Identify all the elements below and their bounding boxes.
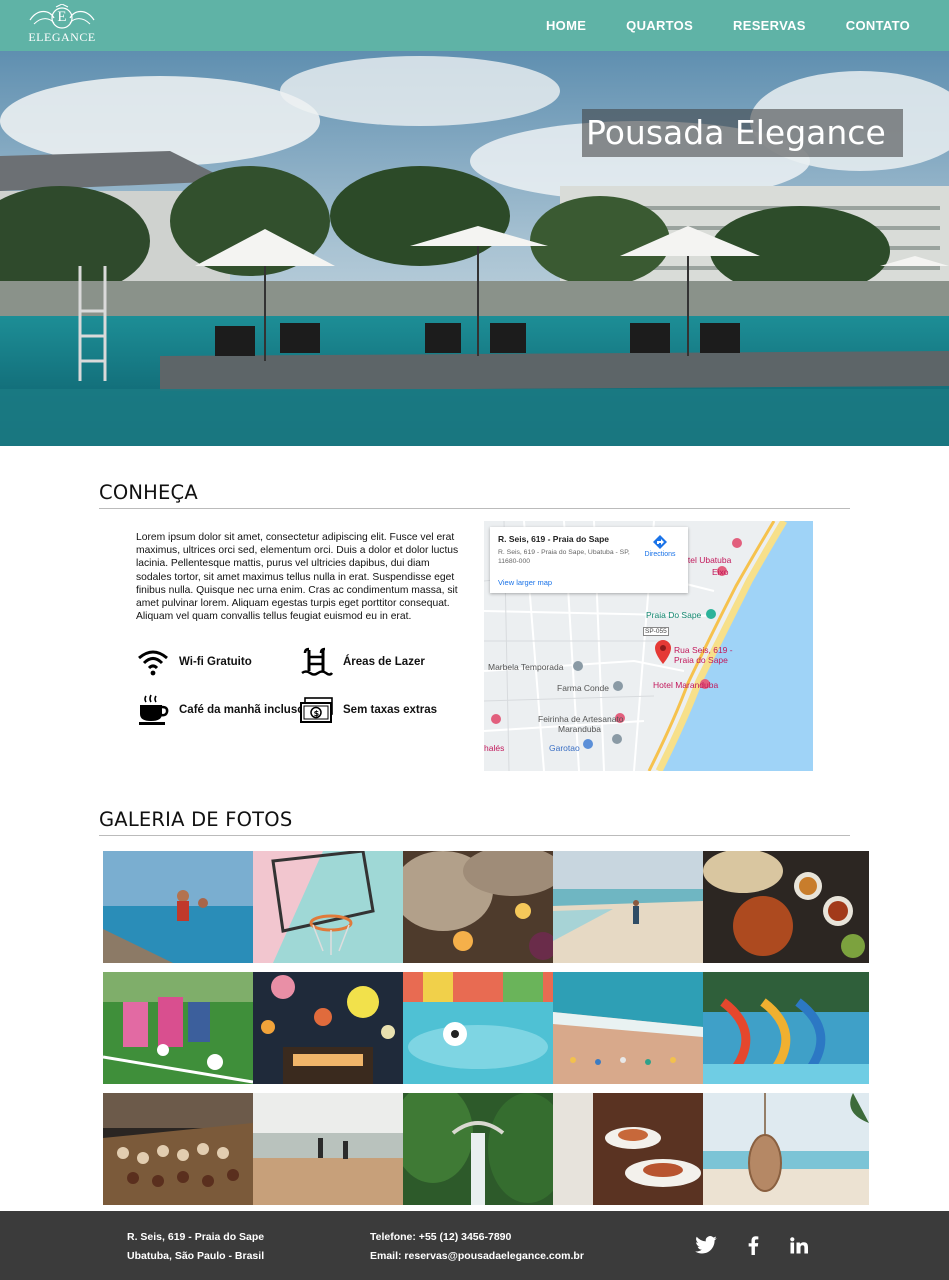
pool-ladder-icon (300, 646, 334, 678)
location-map[interactable]: Hotel Ubatuba Eixo Praia Do Sape SP-055 … (484, 521, 813, 771)
footer-email[interactable]: Email: reservas@pousadaelegance.com.br (370, 1250, 584, 1262)
brand-logo[interactable]: E ELEGANCE (20, 4, 104, 44)
main-nav: HOME QUARTOS RESERVAS CONTATO (526, 0, 949, 51)
map-place-label: Eixo (712, 567, 729, 577)
svg-text:$: $ (314, 709, 320, 718)
footer: R. Seis, 619 - Praia do Sape Ubatuba, Sã… (0, 1211, 949, 1280)
gallery-photo-kids-soccer[interactable] (103, 972, 253, 1084)
twitter-icon[interactable] (694, 1233, 718, 1257)
directions-link[interactable]: Directions (638, 535, 682, 558)
nav-home[interactable]: HOME (526, 0, 606, 51)
map-place-label: halés (484, 743, 505, 753)
gallery-photo-waiter-dishes[interactable] (553, 1093, 703, 1205)
nav-reservas[interactable]: RESERVAS (713, 0, 826, 51)
amenity-label: Café da manhã incluso (179, 704, 305, 716)
map-pin-label: Rua Seis, 619 - Praia do Sape (674, 645, 733, 665)
map-place-label: Farma Conde (557, 683, 609, 693)
footer-address-line1: R. Seis, 619 - Praia do Sape (127, 1231, 265, 1243)
logo-wordmark: ELEGANCE (28, 30, 96, 44)
gallery-photo-kids-jumping-pool[interactable] (103, 851, 253, 963)
gallery-photo-water-slides[interactable] (703, 972, 869, 1084)
map-info-card: R. Seis, 619 - Praia do Sape R. Seis, 61… (490, 527, 688, 593)
directions-icon (653, 535, 667, 549)
gallery-photo-beach-aerial[interactable] (553, 972, 703, 1084)
gallery-photo-dessert-buffet[interactable] (103, 1093, 253, 1205)
map-place-label: Marbela Temporada (488, 662, 564, 672)
nav-contato[interactable]: CONTATO (826, 0, 949, 51)
map-card-address: R. Seis, 619 - Praia do Sape, Ubatuba - … (498, 549, 630, 565)
hero-banner: Pousada Elegance (0, 51, 949, 446)
map-road-label: SP-055 (643, 627, 669, 636)
wifi-icon (136, 646, 170, 678)
amenity-breakfast: Café da manhã incluso (136, 694, 304, 726)
gallery-photo-paper-lanterns[interactable] (253, 972, 403, 1084)
navbar: E ELEGANCE HOME QUARTOS RESERVAS CONTATO (0, 0, 949, 51)
map-place-label: Feirinha de Artesanato Maranduba (538, 714, 624, 734)
about-section-title: CONHEÇA (99, 481, 850, 509)
gallery-section-title: GALERIA DE FOTOS (99, 808, 850, 836)
gallery-photo-ball-in-pool[interactable] (403, 972, 553, 1084)
amenity-label: Sem taxas extras (343, 704, 437, 716)
map-place-label: Praia Do Sape (646, 610, 702, 620)
money-bill-icon: $ (300, 694, 334, 726)
footer-address-line2: Ubatuba, São Paulo - Brasil (127, 1250, 265, 1262)
larger-map-link[interactable]: View larger map (498, 578, 552, 587)
coffee-cup-icon (136, 694, 170, 726)
linkedin-icon[interactable] (787, 1233, 811, 1257)
footer-phone: Telefone: +55 (12) 3456-7890 (370, 1231, 512, 1243)
hero-title: Pousada Elegance (582, 109, 903, 157)
gallery-photo-beach-people[interactable] (253, 1093, 403, 1205)
about-description: Lorem ipsum dolor sit amet, consectetur … (136, 532, 459, 623)
gallery-photo-food-plates[interactable] (703, 851, 869, 963)
amenity-label: Áreas de Lazer (343, 656, 425, 668)
gallery-photo-waterfall-bridge[interactable] (403, 1093, 553, 1205)
map-place-label: Hotel Maranduba (653, 680, 719, 690)
amenity-wifi: Wi-fi Gratuito (136, 646, 252, 678)
nav-quartos[interactable]: QUARTOS (606, 0, 713, 51)
map-place-label: Garotao (549, 743, 580, 753)
amenity-label: Wi-fi Gratuito (179, 656, 252, 668)
gallery-photo-hanging-chair-beach[interactable] (703, 1093, 869, 1205)
amenity-no-fees: $ Sem taxas extras (300, 694, 437, 726)
logo-initial: E (57, 9, 67, 25)
gallery-photo-basketball-hoop[interactable] (253, 851, 403, 963)
amenity-leisure: Áreas de Lazer (300, 646, 425, 678)
gallery-photo-towels-candles[interactable] (403, 851, 553, 963)
gallery-photo-beach-walk[interactable] (553, 851, 703, 963)
facebook-icon[interactable] (741, 1233, 765, 1257)
